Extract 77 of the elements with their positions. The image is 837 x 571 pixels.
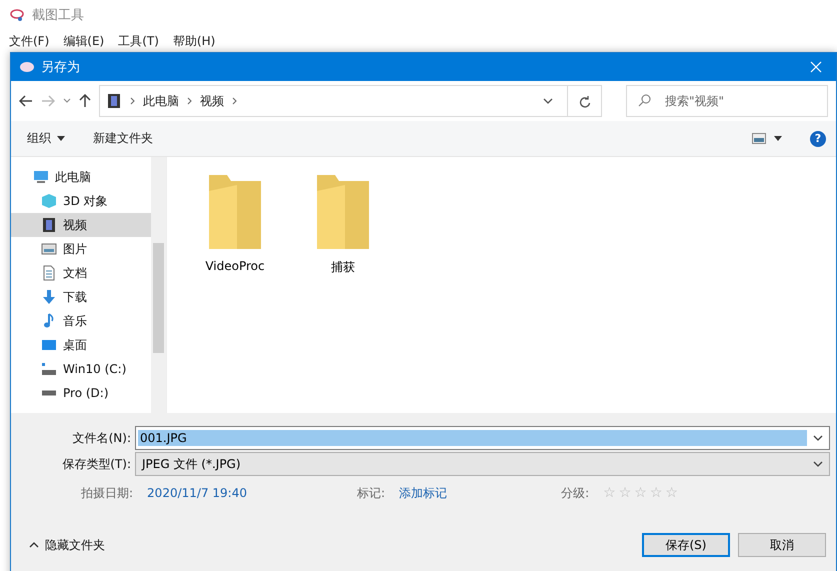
scrollbar-thumb[interactable] [153,243,164,353]
chevron-right-icon [187,97,192,105]
sidebar-item[interactable]: 视频 [11,213,151,237]
rating-label: 分级: [561,484,590,502]
caret-icon [57,136,65,141]
sidebar-item[interactable]: 下载 [11,285,151,309]
scrollbar[interactable] [151,157,166,413]
document-icon [41,265,57,281]
field-label: 文件名(N): [72,430,131,446]
chevron-down-icon[interactable] [813,435,823,441]
refresh-button[interactable] [568,85,602,117]
sidebar-label: 3D 对象 [63,192,108,210]
computer-icon [33,169,49,185]
sidebar-label: 此电脑 [55,168,91,186]
sidebar-item[interactable]: 文档 [11,261,151,285]
breadcrumb-item[interactable]: 视频 [200,92,224,110]
sidebar-label: Win10 (C:) [63,362,126,376]
up-arrow-icon[interactable] [79,94,91,108]
sidebar-item[interactable]: 此电脑 [11,165,151,189]
chevron-up-icon [29,542,39,548]
address-bar[interactable]: 此电脑 视频 [99,85,568,117]
folder-name: VideoProc [205,259,265,273]
breadcrumb-item[interactable]: 此电脑 [143,92,179,110]
sidebar-label: 视频 [63,216,87,234]
help-button[interactable]: ? [810,130,826,146]
sidebar-label: 音乐 [63,312,87,330]
sidebar-item[interactable]: 图片 [11,237,151,261]
organize-button[interactable]: 组织 [27,130,65,147]
app-title: 截图工具 [32,7,84,24]
sidebar-item[interactable]: 音乐 [11,309,151,333]
date-value[interactable]: 2020/11/7 19:40 [147,486,358,500]
refresh-icon [578,94,590,108]
tags-label: 标记: [357,484,386,502]
date-label: 拍摄日期: [81,484,134,502]
drive-icon [41,390,57,396]
file-type-dropdown[interactable]: JPEG 文件 (*.JPG) [135,452,830,476]
chevron-right-icon [130,97,135,105]
close-icon [810,61,822,73]
file-name-field[interactable]: 001.JPG [135,426,830,450]
sidebar-label: 下载 [63,288,87,306]
save-button[interactable]: 保存(S) [642,533,730,557]
film-icon [106,93,122,109]
hide-folders-button[interactable]: 隐藏文件夹 [23,536,111,554]
sidebar-item[interactable]: Win10 (C:) [11,357,151,381]
sidebar-item[interactable]: 3D 对象 [11,189,151,213]
chevron-right-icon [232,97,237,105]
drive-icon [41,361,57,377]
sidebar-label: 图片 [63,240,87,258]
desktop-icon [41,337,57,353]
sidebar-label: 桌面 [63,336,87,354]
cube-icon [41,193,57,209]
view-icon[interactable] [752,133,766,144]
field-label: 保存类型(T): [61,456,131,472]
folder-name: 捕获 [331,259,355,276]
app-logo-icon [19,61,35,73]
menu-item[interactable]: 编辑(E) [63,32,104,50]
back-arrow-icon[interactable] [19,95,33,107]
download-icon [41,289,57,305]
cancel-button[interactable]: 取消 [738,533,826,557]
menu-item[interactable]: 工具(T) [118,32,159,50]
search-field[interactable]: 搜索"视频" [626,85,828,117]
sidebar-item[interactable]: Pro (D:) [11,381,151,405]
picture-icon [41,241,57,257]
sidebar-item[interactable]: 桌面 [11,333,151,357]
dialog-title: 另存为 [41,59,80,76]
chevron-down-icon[interactable] [543,98,553,104]
new-folder-button[interactable]: 新建文件夹 [93,130,153,147]
film-icon [41,217,57,233]
chevron-down-icon [813,461,823,467]
sidebar-label: Pro (D:) [63,386,108,400]
file-name-value: 001.JPG [138,430,807,446]
search-icon [638,94,651,107]
sidebar-label: 文档 [63,264,87,282]
add-tags-link[interactable]: 添加标记 [399,484,562,502]
menu-item[interactable]: 帮助(H) [172,32,216,50]
caret-icon[interactable] [774,136,782,141]
menu-item[interactable]: 文件(F) [9,32,50,50]
